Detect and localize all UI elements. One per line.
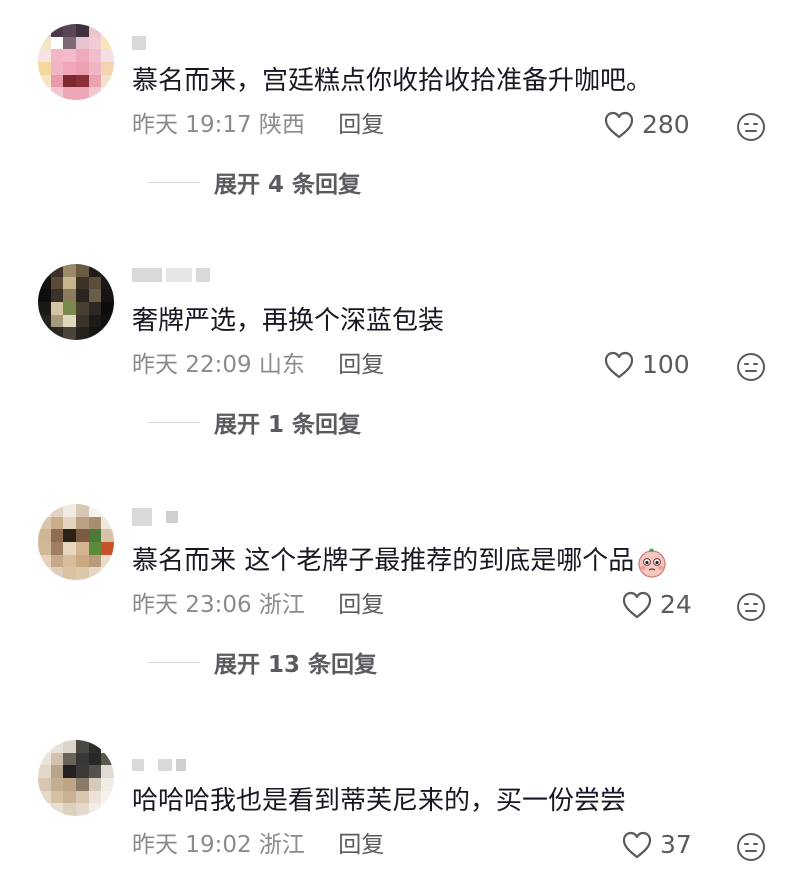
comment-text: 慕名而来 这个老牌子最推荐的到底是哪个品 [132,544,668,578]
heart-icon [604,351,634,379]
dislike-button[interactable] [736,352,766,382]
comment-text: 哈哈哈我也是看到蒂芙尼来的，买一份尝尝 [132,786,627,816]
comment-time: 昨天 22:09 [132,352,252,378]
comment-meta: 昨天 19:17 陕西 回复 [132,110,384,140]
like-count: 37 [660,830,692,859]
avatar[interactable] [38,24,114,100]
comment-location: 山东 [258,352,305,378]
reply-button[interactable]: 回复 [338,352,384,378]
username-redacted[interactable] [132,508,178,526]
comment-location: 浙江 [258,832,305,858]
avatar[interactable] [38,504,114,580]
neutral-face-icon [737,353,765,381]
divider-line [148,661,200,663]
expand-replies-label: 展开 4 条回复 [214,172,362,198]
like-button[interactable]: 24 [622,590,692,619]
like-count: 24 [660,590,692,619]
neutral-face-icon [737,833,765,861]
reply-button[interactable]: 回复 [338,592,384,618]
dislike-button[interactable] [736,112,766,142]
pleading-face-emoji [638,548,666,578]
heart-icon [604,111,634,139]
reply-button[interactable]: 回复 [338,112,384,138]
divider-line [148,181,200,183]
comment-text-content: 慕名而来 这个老牌子最推荐的到底是哪个品 [132,546,635,576]
divider-line [148,421,200,423]
expand-replies-label: 展开 13 条回复 [214,652,378,678]
like-button[interactable]: 37 [622,830,692,859]
comment-time: 昨天 19:17 [132,112,252,138]
comment-time: 昨天 23:06 [132,592,252,618]
expand-replies-button[interactable]: 展开 1 条回复 [148,405,361,439]
username-redacted[interactable] [132,34,146,52]
comment-time: 昨天 19:02 [132,832,252,858]
like-count: 280 [642,110,690,139]
expand-replies-button[interactable]: 展开 13 条回复 [148,645,377,679]
comment-location: 浙江 [258,592,305,618]
comment-text: 奢牌严选，再换个深蓝包装 [132,306,445,336]
comment-meta: 昨天 22:09 山东 回复 [132,350,384,380]
avatar[interactable] [38,264,114,340]
like-count: 100 [642,350,690,379]
expand-replies-button[interactable]: 展开 4 条回复 [148,165,361,199]
username-redacted[interactable] [132,756,186,774]
like-button[interactable]: 280 [604,110,690,139]
dislike-button[interactable] [736,592,766,622]
avatar[interactable] [38,740,114,816]
neutral-face-icon [737,593,765,621]
username-redacted[interactable] [132,266,210,284]
comment-location: 陕西 [258,112,305,138]
expand-replies-label: 展开 1 条回复 [214,412,362,438]
heart-icon [622,591,652,619]
comment-text: 慕名而来，宫廷糕点你收拾收拾准备升咖吧。 [132,66,653,96]
dislike-button[interactable] [736,832,766,862]
comment-meta: 昨天 19:02 浙江 回复 [132,830,384,860]
reply-button[interactable]: 回复 [338,832,384,858]
like-button[interactable]: 100 [604,350,690,379]
heart-icon [622,831,652,859]
comment-meta: 昨天 23:06 浙江 回复 [132,590,384,620]
neutral-face-icon [737,113,765,141]
